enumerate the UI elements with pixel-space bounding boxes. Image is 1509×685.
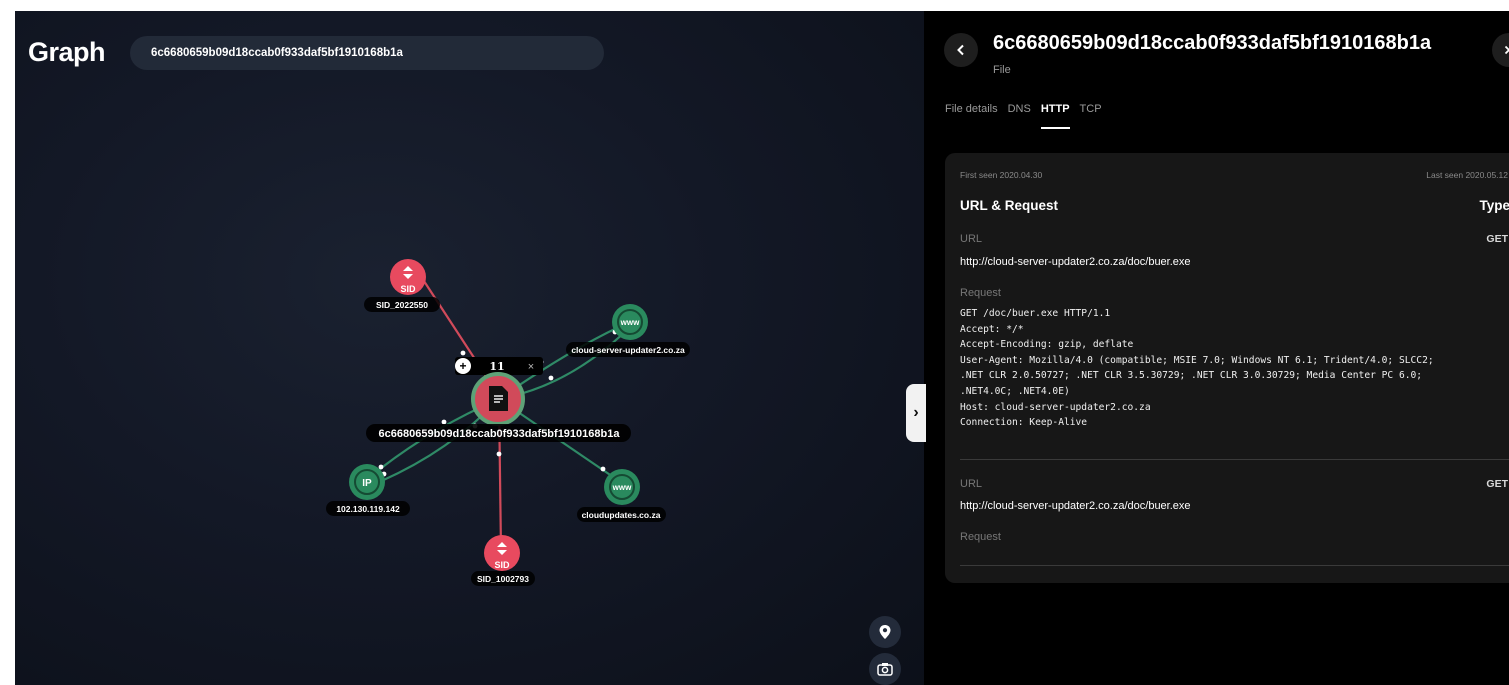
sid-badge-text: SID [494, 560, 510, 570]
request-label: Request [960, 531, 1001, 543]
request-label: Request [960, 287, 1001, 299]
tab-dns[interactable]: DNS [1008, 103, 1031, 129]
card-heading: URL & Request [960, 198, 1059, 213]
divider [960, 565, 1509, 566]
back-chevron-icon [957, 44, 964, 56]
url-value[interactable]: http://cloud-server-updater2.co.za/doc/b… [960, 500, 1191, 512]
panel-subtitle: File [993, 64, 1011, 76]
tab-tcp[interactable]: TCP [1080, 103, 1102, 129]
graph-panel[interactable]: Graph 6c6680659b09d18ccab0f933daf5bf1910… [15, 11, 924, 685]
close-icon [1504, 45, 1509, 55]
back-button[interactable] [944, 33, 978, 67]
svg-text:+: + [459, 359, 466, 373]
node-label: cloud-server-updater2.co.za [571, 345, 685, 355]
method-value: GET [1486, 233, 1508, 245]
file-icon [489, 386, 508, 411]
close-button[interactable] [1492, 33, 1509, 67]
first-seen: First seen 2020.04.30 [960, 170, 1043, 180]
sid-badge-text: SID [400, 284, 416, 294]
graph-node-domain-top[interactable]: www cloud-server-updater2.co.za [566, 304, 690, 357]
collapse-panel-button[interactable]: › [906, 384, 926, 442]
tab-http[interactable]: HTTP [1040, 103, 1070, 129]
screenshot-button[interactable] [869, 653, 901, 685]
http-card: First seen 2020.04.30 Last seen 2020.05.… [945, 153, 1509, 583]
location-pin-icon [879, 625, 891, 639]
cluster-count: 11 [489, 360, 504, 373]
location-button[interactable] [869, 616, 901, 648]
ip-icon: IP [362, 478, 372, 489]
node-label: cloudupdates.co.za [582, 510, 661, 520]
globe-www-icon: www [620, 318, 640, 327]
close-icon: × [528, 361, 534, 373]
url-value[interactable]: http://cloud-server-updater2.co.za/doc/b… [960, 256, 1191, 268]
request-body: GET /doc/buer.exe HTTP/1.1 Accept: */* A… [960, 308, 1434, 429]
node-label: 102.130.119.142 [336, 504, 400, 514]
panel-tabs: File details DNS HTTP TCP [945, 103, 1102, 129]
center-node-label: 6c6680659b09d18ccab0f933daf5bf1910168b1a [379, 428, 621, 440]
details-panel: 6c6680659b09d18ccab0f933daf5bf1910168b1a… [924, 11, 1509, 685]
url-label: URL [960, 233, 983, 245]
graph-node-sid-bottom[interactable]: SID SID_1002793 [471, 535, 535, 586]
node-label: SID_1002793 [477, 574, 529, 584]
graph-node-ip[interactable]: IP 102.130.119.142 [326, 464, 410, 516]
chevron-right-icon: › [913, 404, 919, 421]
type-heading: Type [1479, 198, 1509, 213]
graph-canvas[interactable]: SID SID_2022550 www cloud-server-updater… [15, 11, 924, 685]
graph-node-file-center[interactable]: 6c6680659b09d18ccab0f933daf5bf1910168b1a [366, 372, 631, 442]
camera-icon [877, 663, 893, 676]
panel-title: 6c6680659b09d18ccab0f933daf5bf1910168b1a [993, 32, 1432, 54]
graph-node-sid-top[interactable]: SID SID_2022550 [364, 259, 440, 312]
last-seen: Last seen 2020.05.12 [1426, 170, 1508, 180]
url-label: URL [960, 478, 983, 490]
method-value: GET [1486, 478, 1508, 490]
graph-node-domain-bottom[interactable]: www cloudupdates.co.za [577, 469, 666, 522]
tab-file-details[interactable]: File details [945, 103, 998, 129]
divider [960, 459, 1509, 460]
globe-www-icon: www [612, 483, 632, 492]
node-label: SID_2022550 [376, 300, 428, 310]
